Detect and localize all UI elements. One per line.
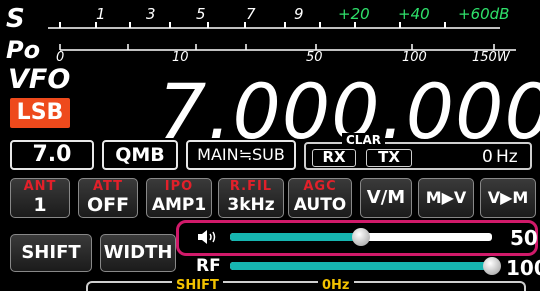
att-button[interactable]: ATT OFF [78, 178, 138, 218]
ipo-button[interactable]: IPO AMP1 [146, 178, 212, 218]
po-scale-150w: 150W [472, 50, 510, 65]
po-scale-50: 50 [306, 50, 323, 65]
step-button[interactable]: 7.0 [10, 140, 94, 170]
v-m-button[interactable]: V/M [360, 178, 412, 218]
ipo-value: AMP1 [151, 195, 207, 215]
s-scale-1: 1 [96, 5, 106, 23]
s-scale-plus20: +20 [338, 5, 370, 23]
rf-label: RF [196, 256, 221, 276]
s-scale-5: 5 [196, 5, 206, 23]
ant-value: 1 [33, 194, 47, 216]
rf-gain-slider[interactable] [230, 257, 501, 275]
s-scale-7: 7 [246, 5, 256, 23]
vfo-label: VFO [8, 64, 71, 95]
s-scale-plus60: +60dB [458, 5, 510, 23]
clar-tx-button[interactable]: TX [366, 149, 412, 167]
agc-value: AUTO [293, 195, 347, 215]
clar-offset-value: 0 [482, 147, 493, 167]
footer-shift-bar [86, 281, 526, 291]
s-scale-9: 9 [294, 5, 304, 23]
rf-gain-value: 100 [506, 256, 540, 280]
rf-gain-knob[interactable] [483, 257, 501, 275]
main-sub-button[interactable]: MAIN≒SUB [186, 140, 296, 170]
po-meter-scale [59, 44, 516, 51]
att-value: OFF [86, 194, 130, 216]
po-scale-100: 100 [402, 50, 427, 65]
po-scale-0: 0 [56, 50, 65, 65]
rfil-value: 3kHz [227, 195, 275, 215]
ant-label: ANT [23, 179, 57, 194]
af-gain-knob[interactable] [352, 228, 370, 246]
s-scale-plus40: +40 [398, 5, 430, 23]
s-meter-label: S [6, 4, 25, 34]
shift-button[interactable]: SHIFT [10, 234, 92, 272]
agc-button[interactable]: AGC AUTO [288, 178, 352, 218]
po-scale-10: 10 [172, 50, 189, 65]
clar-rx-button[interactable]: RX [312, 149, 356, 167]
width-button[interactable]: WIDTH [100, 234, 176, 272]
clar-box[interactable]: CLAR RX TX 0 Hz [304, 133, 532, 170]
po-meter-label: Po [6, 36, 41, 64]
v-to-m-button[interactable]: V▶M [480, 178, 536, 218]
mode-badge[interactable]: LSB [10, 98, 70, 128]
att-label: ATT [92, 179, 124, 194]
m-to-v-button[interactable]: M▶V [418, 178, 474, 218]
footer-shift-value: 0Hz [318, 279, 354, 291]
ipo-label: IPO [164, 179, 194, 194]
rfil-button[interactable]: R.FIL 3kHz [218, 178, 284, 218]
qmb-button[interactable]: QMB [102, 140, 178, 170]
ant-button[interactable]: ANT 1 [10, 178, 70, 218]
clar-offset-unit: Hz [496, 147, 518, 167]
rf-gain-fill [230, 262, 492, 270]
rfil-label: R.FIL [229, 179, 273, 194]
af-gain-value: 50 [510, 226, 538, 250]
af-gain-slider[interactable] [230, 228, 492, 246]
s-scale-3: 3 [146, 5, 156, 23]
agc-label: AGC [303, 179, 337, 194]
footer-shift-label: SHIFT [172, 279, 223, 291]
af-gain-fill [230, 233, 361, 241]
speaker-icon [198, 230, 216, 244]
clar-label: CLAR [342, 133, 385, 147]
